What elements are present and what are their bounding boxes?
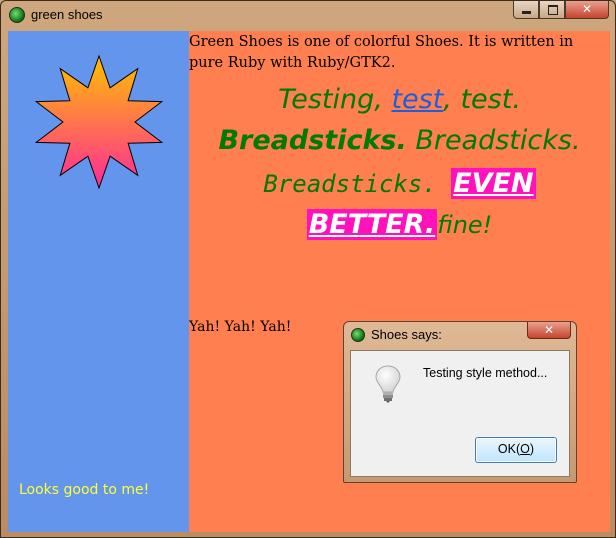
styled-paragraph: Testing, test, test. Breadsticks. Breads…: [189, 81, 610, 245]
breadsticks-italic: Breadsticks.: [406, 125, 581, 156]
star-shape: [34, 54, 164, 190]
shoes-dialog-icon: [351, 328, 365, 342]
ok-prefix: OK(: [497, 442, 521, 456]
dialog-title: Shoes says:: [371, 327, 442, 342]
styled-line-3: Breadsticks. EVEN: [189, 163, 610, 205]
sidebar: Looks good to me!: [8, 31, 189, 532]
window-title: green shoes: [31, 7, 103, 22]
styled-line-4: BETTER.fine!: [189, 205, 610, 245]
minimize-button[interactable]: [513, 1, 539, 19]
breadsticks-mono: Breadsticks.: [263, 170, 437, 198]
test-text: , test.: [443, 84, 521, 115]
window-controls: ✕: [513, 1, 609, 21]
ok-button[interactable]: OK(O): [475, 437, 557, 463]
close-icon: ✕: [581, 2, 593, 16]
dialog-body: Testing style method... OK(O): [350, 350, 570, 477]
even-better-highlight-1: EVEN: [451, 168, 536, 199]
even-better-highlight-2: BETTER.: [306, 209, 438, 240]
maximize-button[interactable]: [539, 1, 565, 19]
title-bar[interactable]: green shoes ✕: [1, 1, 615, 31]
testing-text: Testing,: [278, 84, 392, 115]
lightbulb-icon: [375, 365, 401, 403]
sidebar-note: Looks good to me!: [19, 482, 150, 498]
ok-mnemonic: O: [520, 442, 530, 456]
breadsticks-bold: Breadsticks.: [218, 125, 407, 156]
fine-text: fine!: [437, 211, 493, 239]
maximize-icon: [548, 5, 558, 15]
styled-line-1: Testing, test, test.: [189, 81, 610, 119]
green-shoes-app-icon: [9, 7, 25, 23]
dialog-message: Testing style method...: [423, 366, 548, 380]
test-link[interactable]: test: [391, 84, 443, 115]
styled-line-2: Breadsticks. Breadsticks.: [189, 119, 610, 163]
dialog-close-button[interactable]: ✕: [527, 322, 571, 339]
alert-dialog: Shoes says: ✕ Testing style method... OK…: [343, 321, 577, 483]
close-button[interactable]: ✕: [565, 1, 609, 19]
intro-paragraph: Green Shoes is one of colorful Shoes. It…: [189, 34, 574, 71]
close-icon: ✕: [543, 323, 555, 337]
minimize-icon: [522, 11, 531, 14]
ok-suffix: ): [529, 442, 535, 456]
yah-text: Yah! Yah! Yah!: [189, 319, 292, 335]
